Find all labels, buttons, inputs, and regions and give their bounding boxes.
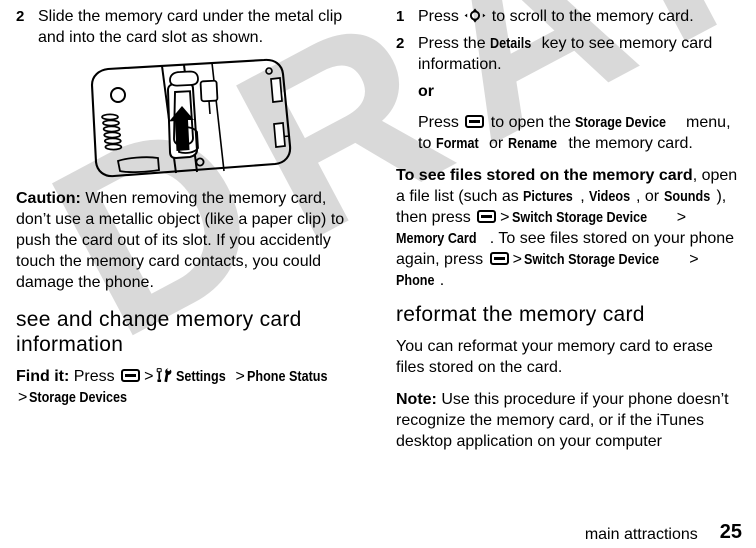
right-step-1-text: Press to scroll to the memory card.: [418, 6, 694, 27]
right-step-1: 1 Press to scroll to the memory card.: [396, 6, 738, 27]
see-files-c2: , or: [635, 188, 664, 205]
see-files-c1: ,: [580, 188, 590, 205]
find-it-phone-status: Phone Status: [246, 368, 328, 385]
find-it-storage-devices: Storage Devices: [29, 389, 128, 406]
find-it-sep-2: >: [235, 368, 245, 385]
find-it-paragraph: Find it: Press > Settings > Phone Status >…: [16, 366, 352, 408]
see-files-lead: To see files stored on the memory card: [396, 167, 693, 184]
settings-tools-icon: [156, 368, 173, 383]
menu-key-icon: [477, 210, 497, 223]
menu-key-icon: [121, 369, 141, 382]
switch-storage-device-2: Switch Storage Device: [523, 251, 660, 268]
find-it-label: Find it:: [16, 368, 70, 385]
memory-card-option: Memory Card: [396, 230, 477, 247]
rename-option: Rename: [507, 135, 557, 152]
note-label: Note:: [396, 391, 437, 408]
find-it-settings: Settings: [176, 368, 227, 385]
caution-paragraph: Caution: When removing the memory card, …: [16, 188, 352, 293]
note-text: Use this procedure if your phone doesn’t…: [396, 391, 729, 450]
page-footer: main attractions 25: [0, 518, 756, 544]
note-paragraph: Note: Use this procedure if your phone d…: [396, 389, 738, 452]
phone-back-illustration: [16, 54, 352, 184]
right-step-2-before: Press the: [418, 35, 491, 52]
storage-press: Press: [418, 114, 464, 131]
navigation-key-icon: [464, 8, 486, 23]
see-files-gt-4: >: [689, 251, 699, 268]
see-files-gt-1: >: [500, 209, 510, 226]
footer-page-number: 25: [719, 521, 742, 543]
storage-device-menu-name: Storage Device: [575, 114, 667, 131]
left-step-2-text: Slide the memory card under the metal cl…: [38, 8, 343, 46]
caution-label: Caution:: [16, 190, 81, 207]
pictures-option: Pictures: [523, 188, 573, 205]
see-files-gt-3: >: [512, 251, 522, 268]
reformat-paragraph: You can reformat your memory card to era…: [396, 338, 713, 376]
right-column: 1 Press to scroll to the memory card. 2 …: [378, 0, 756, 463]
right-step-2-number: 2: [396, 35, 405, 52]
storage-menu-paragraph: Press to open the Storage Device menu, t…: [418, 112, 738, 154]
menu-key-icon: [489, 252, 509, 265]
videos-option: Videos: [589, 188, 631, 205]
right-step-1-after: to scroll to the memory card.: [487, 8, 694, 25]
manual-page: DRAFT 2 Slide the memory card under the …: [0, 0, 756, 548]
see-files-gt-2: >: [676, 209, 687, 226]
footer-section-name: main attractions: [584, 526, 698, 543]
right-step-2: 2 Press the Details key to see memory ca…: [396, 33, 738, 75]
see-files-paragraph: To see files stored on the memory card , …: [396, 165, 738, 291]
left-column: 2 Slide the memory card under the metal …: [0, 0, 378, 419]
switch-storage-device-1: Switch Storage Device: [511, 209, 647, 226]
details-key-name: Details: [490, 35, 532, 52]
see-files-p4: .: [439, 272, 445, 289]
storage-or: or: [484, 135, 508, 152]
heading-reformat-memory-card: reformat the memory card: [396, 303, 645, 326]
right-step-2-text: Press the Details key to see memory card…: [418, 33, 738, 75]
right-step-1-number: 1: [396, 8, 405, 25]
left-step-2: 2 Slide the memory card under the metal …: [16, 6, 352, 48]
find-it-sep-1: >: [144, 368, 154, 385]
or-separator: or: [418, 83, 434, 100]
sounds-option: Sounds: [663, 188, 710, 205]
phone-option: Phone: [396, 272, 435, 289]
format-option: Format: [435, 135, 479, 152]
storage-end: the memory card.: [563, 135, 693, 152]
left-step-2-number: 2: [16, 8, 25, 25]
right-step-1-before: Press: [418, 8, 464, 25]
storage-mid: to open the: [486, 114, 576, 131]
heading-see-and-change: see and change memory card information: [16, 308, 302, 356]
find-it-sep-3: >: [18, 389, 28, 406]
find-it-press: Press: [69, 368, 120, 385]
menu-key-icon: [465, 115, 485, 128]
